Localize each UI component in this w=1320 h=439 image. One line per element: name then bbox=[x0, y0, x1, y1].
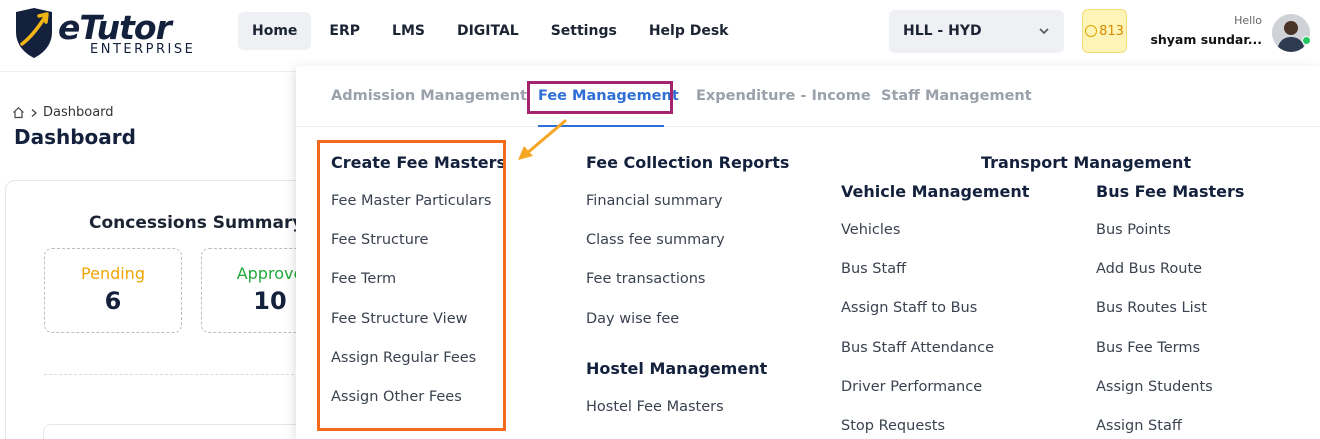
link-add-bus-route[interactable]: Add Bus Route bbox=[1096, 261, 1202, 277]
nav-settings[interactable]: Settings bbox=[537, 12, 631, 50]
nav-digital[interactable]: DIGITAL bbox=[443, 12, 533, 50]
menu-tabs: Admission Management Fee Management Expe… bbox=[296, 66, 1320, 127]
link-bus-points[interactable]: Bus Points bbox=[1096, 222, 1171, 238]
etutor-logo[interactable]: eTutor ENTERPRISE bbox=[12, 6, 193, 60]
concessions-summary-card: Concessions Summary Pending 6 Approve 10 bbox=[5, 180, 339, 439]
pending-stat[interactable]: Pending 6 bbox=[44, 248, 182, 333]
breadcrumb-dashboard[interactable]: Dashboard bbox=[43, 105, 114, 120]
breadcrumb: Dashboard bbox=[12, 105, 114, 120]
user-avatar-icon bbox=[1272, 14, 1310, 52]
shield-logo-icon bbox=[16, 8, 52, 58]
nav-lms[interactable]: LMS bbox=[378, 12, 439, 50]
chevron-right-icon bbox=[31, 108, 37, 117]
greeting: Hello bbox=[1234, 14, 1262, 27]
link-class-fee-summary[interactable]: Class fee summary bbox=[586, 232, 725, 248]
branch-select[interactable]: HLL - HYD bbox=[889, 10, 1064, 53]
link-financial-summary[interactable]: Financial summary bbox=[586, 193, 723, 209]
user-name[interactable]: shyam sundar... bbox=[1150, 32, 1262, 47]
online-status-dot bbox=[1302, 36, 1311, 45]
link-assign-staff-to-bus[interactable]: Assign Staff to Bus bbox=[841, 300, 977, 316]
link-bus-routes-list[interactable]: Bus Routes List bbox=[1096, 300, 1207, 316]
home-icon[interactable] bbox=[12, 106, 25, 119]
link-assign-students[interactable]: Assign Students bbox=[1096, 379, 1213, 395]
nav-erp[interactable]: ERP bbox=[315, 12, 374, 50]
logo-subtext: ENTERPRISE bbox=[90, 42, 196, 57]
link-driver-performance[interactable]: Driver Performance bbox=[841, 379, 982, 395]
link-bus-fee-terms[interactable]: Bus Fee Terms bbox=[1096, 340, 1200, 356]
link-hostel-fee-masters[interactable]: Hostel Fee Masters bbox=[586, 399, 724, 415]
heading-hostel-management: Hostel Management bbox=[586, 359, 768, 378]
heading-vehicle-management: Vehicle Management bbox=[841, 182, 1030, 201]
nav-home[interactable]: Home bbox=[238, 12, 312, 50]
tab-admission-management[interactable]: Admission Management bbox=[331, 88, 527, 104]
link-vehicles[interactable]: Vehicles bbox=[841, 222, 900, 238]
stat-value-pending: 6 bbox=[104, 287, 122, 315]
column-highlight-box bbox=[317, 140, 506, 431]
coin-icon bbox=[1085, 25, 1098, 37]
arrow-annotation-icon bbox=[518, 119, 567, 160]
link-fee-transactions[interactable]: Fee transactions bbox=[586, 271, 705, 287]
main-nav: Home ERP LMS DIGITAL Settings Help Desk bbox=[238, 12, 746, 50]
nav-help-desk[interactable]: Help Desk bbox=[635, 12, 743, 50]
tab-staff-management[interactable]: Staff Management bbox=[881, 88, 1032, 104]
avatar[interactable] bbox=[1272, 14, 1310, 52]
link-stop-requests[interactable]: Stop Requests bbox=[841, 418, 945, 434]
page-title: Dashboard bbox=[14, 125, 136, 149]
top-bar: eTutor ENTERPRISE Home ERP LMS DIGITAL S… bbox=[0, 0, 1320, 72]
heading-fee-collection-reports: Fee Collection Reports bbox=[586, 153, 790, 172]
chevron-down-icon bbox=[1039, 28, 1049, 35]
link-bus-staff-attendance[interactable]: Bus Staff Attendance bbox=[841, 340, 994, 356]
stat-label-pending: Pending bbox=[81, 264, 145, 283]
link-bus-staff[interactable]: Bus Staff bbox=[841, 261, 906, 277]
branch-select-value: HLL - HYD bbox=[903, 23, 982, 39]
tab-expenditure-income[interactable]: Expenditure - Income bbox=[696, 88, 871, 104]
link-assign-staff[interactable]: Assign Staff bbox=[1096, 418, 1182, 434]
link-day-wise-fee[interactable]: Day wise fee bbox=[586, 311, 679, 327]
secondary-card bbox=[43, 424, 303, 439]
heading-bus-fee-masters: Bus Fee Masters bbox=[1096, 182, 1245, 201]
coins-count: 813 bbox=[1099, 23, 1124, 39]
divider bbox=[44, 374, 304, 375]
coins-badge[interactable]: 813 bbox=[1082, 9, 1127, 53]
mega-menu-dropdown: Admission Management Fee Management Expe… bbox=[296, 66, 1320, 439]
card-title: Concessions Summary bbox=[89, 213, 304, 233]
heading-transport-management: Transport Management bbox=[981, 153, 1192, 172]
tab-highlight-box bbox=[527, 81, 673, 114]
